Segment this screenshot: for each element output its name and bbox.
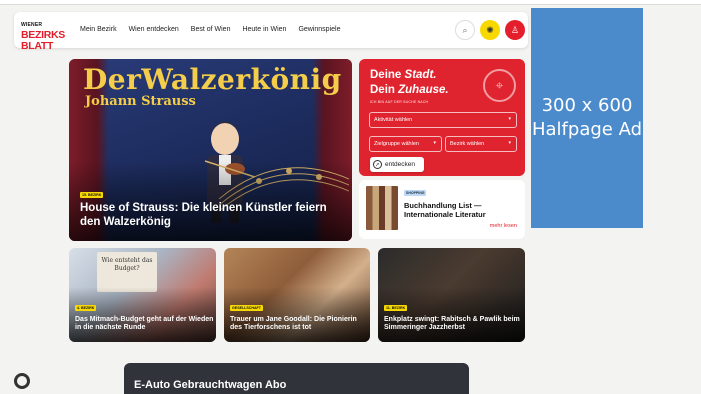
group-select[interactable]: Zielgruppe wählen ▾ (369, 136, 442, 152)
article-card[interactable]: Wie entsteht das Budget? 4. BEZIRK Das M… (69, 248, 216, 342)
compass-small-icon: ➚ (373, 160, 382, 169)
main-nav: Mein Bezirk Wien entdecken Best of Wien … (80, 26, 340, 33)
nav-item-mein-bezirk[interactable]: Mein Bezirk (80, 26, 117, 33)
logo-line-3: BLATT (21, 39, 54, 52)
nav-item-best-of-wien[interactable]: Best of Wien (191, 26, 231, 33)
activity-select-label: Aktivität wählen (374, 117, 413, 123)
card-title[interactable]: Enkplatz swingt: Rabitsch & Pawlik beim … (384, 316, 524, 333)
promo-banner[interactable]: E-Auto Gebrauchtwagen Abo (124, 363, 469, 394)
discover-button[interactable]: ➚ entdecken (370, 157, 424, 172)
nav-item-gewinnspiele[interactable]: Gewinnspiele (298, 26, 340, 33)
hero-art-subtitle: Johann Strauss (85, 94, 196, 109)
card-badge: 11. BEZIRK (384, 305, 408, 311)
widget-line-2: Dein Zuhause. (370, 84, 449, 96)
widget-caption: ICH BIN AUF DER SUCHE NACH (370, 100, 429, 104)
shopping-badge: SHOPPING (404, 190, 427, 196)
chevron-down-icon: ▾ (508, 116, 511, 122)
article-card[interactable]: GESELLSCHAFT Trauer um Jane Goodall: Die… (224, 248, 370, 342)
chevron-down-icon: ▾ (508, 140, 511, 146)
widget-line-2-text: Dein (370, 84, 395, 96)
browser-top-strip (0, 0, 701, 5)
hero-art-title: DerWalzerkönig (83, 63, 342, 96)
district-select[interactable]: Bezirk wählen ▾ (445, 136, 517, 152)
widget-line-1-italic: Stadt. (404, 69, 437, 81)
widget-line-2-italic: Zuhause. (398, 84, 449, 96)
halfpage-ad[interactable]: 300 x 600 Halfpage Ad (531, 8, 643, 228)
hero-title[interactable]: House of Strauss: Die kleinen Künstler f… (80, 202, 330, 230)
promo-title: E-Auto Gebrauchtwagen Abo (134, 379, 287, 391)
compass-icon: ⌖ (483, 69, 516, 102)
chevron-down-icon: ▾ (433, 140, 436, 146)
budget-sign: Wie entsteht das Budget? (97, 252, 157, 292)
district-select-label: Bezirk wählen (450, 141, 485, 147)
site-logo[interactable]: WIENER BEZIRKS BLATT (21, 14, 65, 51)
read-more-link[interactable]: mehr lesen (490, 223, 517, 229)
search-icon[interactable]: ⌕ (455, 20, 475, 40)
article-card[interactable]: 11. BEZIRK Enkplatz swingt: Rabitsch & P… (378, 248, 525, 342)
group-select-label: Zielgruppe wählen (374, 141, 419, 147)
nav-item-heute-in-wien[interactable]: Heute in Wien (242, 26, 286, 33)
ad-label: 300 x 600 Halfpage Ad (531, 94, 642, 140)
logo-line-1: WIENER (21, 22, 43, 28)
settings-gear-icon[interactable] (14, 373, 30, 389)
shopping-card[interactable]: SHOPPING Buchhandlung List — Internation… (359, 180, 525, 239)
card-title[interactable]: Trauer um Jane Goodall: Die Pionierin de… (230, 316, 370, 333)
shopping-title[interactable]: Buchhandlung List — Internationale Liter… (404, 201, 516, 219)
card-shade (224, 287, 370, 342)
activity-select[interactable]: Aktivität wählen ▾ (369, 112, 517, 128)
lightbulb-icon[interactable]: ✺ (480, 20, 500, 40)
card-shade (69, 287, 216, 342)
hero-article[interactable]: DerWalzerkönig Johann Strauss 15. BEZIRK… (69, 59, 352, 241)
card-badge: GESELLSCHAFT (230, 305, 263, 311)
user-icon[interactable]: ♙ (505, 20, 525, 40)
card-badge: 4. BEZIRK (75, 305, 97, 311)
logo-line-2: BEZIRKS (21, 29, 65, 41)
hero-badge: 15. BEZIRK (80, 192, 104, 198)
widget-line-1-text: Deine (370, 69, 402, 81)
discover-button-label: entdecken (385, 161, 415, 168)
nav-item-wien-entdecken[interactable]: Wien entdecken (129, 26, 179, 33)
card-title[interactable]: Das Mitmach-Budget geht auf der Wieden i… (75, 316, 215, 333)
bookshelf-image (366, 186, 398, 230)
card-shade (378, 287, 525, 342)
widget-line-1: Deine Stadt. (370, 69, 436, 81)
